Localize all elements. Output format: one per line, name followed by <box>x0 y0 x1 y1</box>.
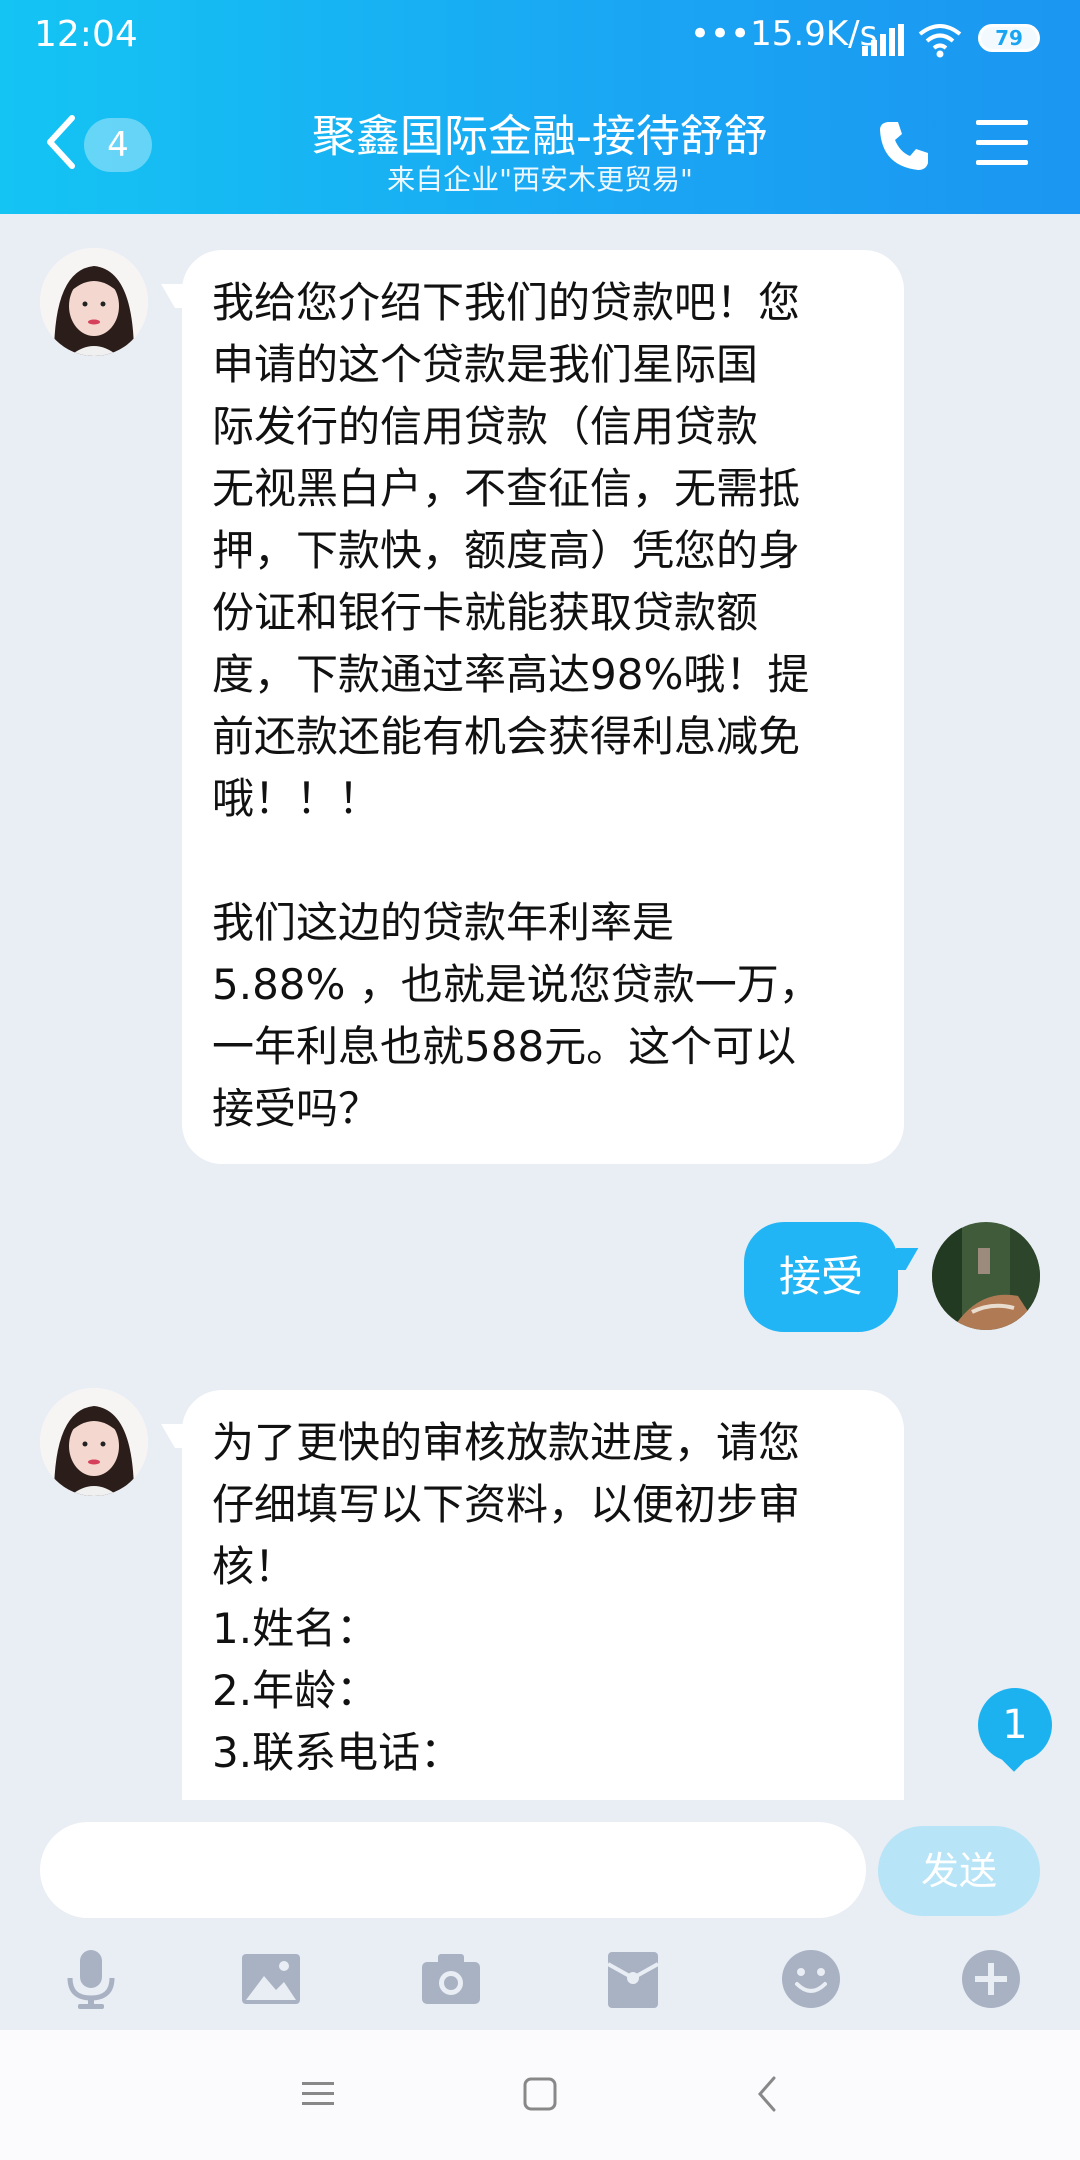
send-button[interactable]: 发送 <box>878 1826 1040 1916</box>
message-line: 无视黑白户，不查征信，无需抵 <box>212 464 801 513</box>
message-line: 度，下款通过率高达98%哦！提 <box>212 650 810 699</box>
microphone-icon[interactable] <box>60 1948 122 2010</box>
message-line: 5.88% ，也就是说您贷款一万， <box>212 960 821 1009</box>
message-line: 接受吗？ <box>212 1084 381 1133</box>
battery-icon: 79 <box>978 24 1040 52</box>
message-line: 我给您介绍下我们的贷款吧！您 <box>212 278 801 327</box>
system-nav-bar <box>0 2030 1080 2160</box>
message-line <box>212 830 874 892</box>
message-line: 我们这边的贷款年利率是 <box>212 898 675 947</box>
message-line: 仔细填写以下资料，以便初步审 <box>212 1480 801 1529</box>
chat-header: 12:04 •••15.9K/s 79 4 聚鑫国际金融-接待舒舒 来自企业"西… <box>0 0 1080 214</box>
image-icon[interactable] <box>240 1948 302 2010</box>
back-nav-icon[interactable] <box>744 2070 792 2118</box>
input-bar: 发送 <box>0 1800 1080 2030</box>
status-bar: 12:04 •••15.9K/s 79 <box>0 0 1080 80</box>
message-list[interactable]: 我给您介绍下我们的贷款吧！您 申请的这个贷款是我们星际国 际发行的信用贷款（信用… <box>0 214 1080 1800</box>
message-line: 1.姓名： <box>212 1604 379 1653</box>
message-line: 为了更快的审核放款进度，请您 <box>212 1418 801 1467</box>
outgoing-message-bubble[interactable]: 接受 <box>744 1222 898 1332</box>
red-packet-icon[interactable] <box>602 1948 664 2010</box>
message-line: 哦！！！ <box>212 774 381 823</box>
message-line: 一年利息也就588元。这个可以 <box>212 1022 797 1071</box>
more-dots-icon: ••• <box>690 14 751 54</box>
menu-nav-icon[interactable] <box>294 2070 342 2118</box>
wifi-icon <box>918 24 962 58</box>
message-line: 押，下款快，额度高）凭您的身 <box>212 526 801 575</box>
network-speed: •••15.9K/s <box>690 14 878 54</box>
contact-avatar[interactable] <box>40 248 148 356</box>
message-line: 核！ <box>212 1542 297 1591</box>
status-time: 12:04 <box>34 14 138 55</box>
camera-icon[interactable] <box>420 1948 482 2010</box>
message-line: 际发行的信用贷款（信用贷款 <box>212 402 759 451</box>
message-line: 前还款还能有机会获得利息减免 <box>212 712 801 761</box>
message-line: 3.联系电话： <box>212 1728 463 1777</box>
user-avatar-image <box>932 1222 1040 1330</box>
message-line: 份证和银行卡就能获取贷款额 <box>212 588 759 637</box>
message-line: 申请的这个贷款是我们星际国 <box>212 340 759 389</box>
message-line: 2.年龄： <box>212 1666 379 1715</box>
plus-icon[interactable] <box>960 1948 1022 2010</box>
contact-avatar-image <box>40 1388 148 1496</box>
home-nav-icon[interactable] <box>516 2070 564 2118</box>
user-avatar[interactable] <box>932 1222 1040 1330</box>
incoming-message-bubble[interactable]: 为了更快的审核放款进度，请您 仔细填写以下资料，以便初步审 核！ 1.姓名： 2… <box>182 1390 904 1800</box>
phone-icon[interactable] <box>876 118 932 174</box>
menu-icon[interactable] <box>976 120 1028 168</box>
contact-avatar-image <box>40 248 148 356</box>
contact-avatar[interactable] <box>40 1388 148 1496</box>
message-input[interactable] <box>40 1822 866 1918</box>
incoming-message-bubble[interactable]: 我给您介绍下我们的贷款吧！您 申请的这个贷款是我们星际国 际发行的信用贷款（信用… <box>182 250 904 1164</box>
signal-icon <box>862 24 904 56</box>
emoji-icon[interactable] <box>780 1948 842 2010</box>
